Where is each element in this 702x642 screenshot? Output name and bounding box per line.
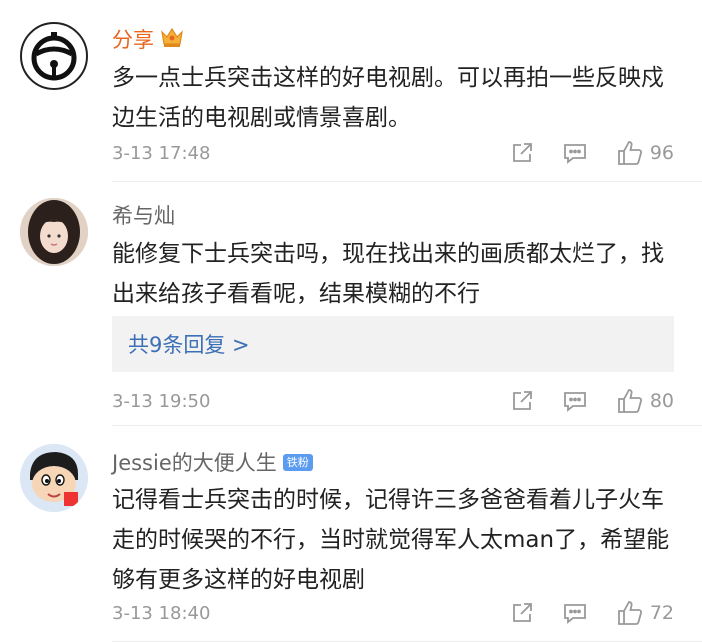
comment-item: 分享 多一点士兵突击这样的好电视剧。可以再拍一些反映戍边生活的电视剧或情景喜剧。… xyxy=(0,0,702,182)
avatar[interactable] xyxy=(20,22,88,90)
timestamp: 3-13 19:50 xyxy=(112,390,211,412)
bell-logo-icon xyxy=(31,32,77,81)
like-count: 80 xyxy=(649,390,674,412)
like-button[interactable]: 72 xyxy=(616,599,674,627)
share-icon xyxy=(512,603,532,622)
share-icon xyxy=(512,391,532,410)
thumbs-up-icon xyxy=(617,389,642,413)
timestamp: 3-13 17:48 xyxy=(112,142,211,164)
timestamp: 3-13 18:40 xyxy=(112,602,211,624)
comment-text: 能修复下士兵突击吗，现在找出来的画质都太烂了，找出来给孩子看看呢，结果模糊的不行 xyxy=(112,241,664,307)
like-button[interactable]: 80 xyxy=(616,387,674,415)
fan-badge: 铁粉 xyxy=(282,453,313,471)
username[interactable]: Jessie的大便人生 xyxy=(112,447,277,477)
like-count: 72 xyxy=(649,602,674,624)
like-count: 96 xyxy=(649,142,674,164)
username-row: 希与灿 xyxy=(112,201,175,229)
comment-meta: 3-13 18:40 72 xyxy=(112,593,674,633)
comment-button[interactable] xyxy=(562,141,588,165)
share-button[interactable] xyxy=(510,141,534,165)
crown-icon xyxy=(160,26,184,52)
comment-text: 记得看士兵突击的时候，记得许三多爸爸看着儿子火车走的时候哭的不行，当时就觉得军人… xyxy=(112,487,670,593)
comment-button[interactable] xyxy=(562,601,588,625)
profile-photo-icon xyxy=(20,198,88,266)
comment-icon xyxy=(563,144,586,164)
share-button[interactable] xyxy=(510,389,534,413)
comment-meta: 3-13 19:50 80 xyxy=(112,381,674,421)
view-replies-link[interactable]: 共9条回复 > xyxy=(112,329,250,359)
comment-icon xyxy=(563,604,586,624)
avatar[interactable] xyxy=(20,444,88,512)
share-button[interactable] xyxy=(510,601,534,625)
username[interactable]: 希与灿 xyxy=(112,200,175,230)
thumbs-up-icon xyxy=(617,601,642,625)
username-row: Jessie的大便人生 铁粉 xyxy=(112,448,313,476)
comment-meta: 3-13 17:48 96 xyxy=(112,133,674,173)
comment-item: 希与灿 能修复下士兵突击吗，现在找出来的画质都太烂了，找出来给孩子看看呢，结果模… xyxy=(0,182,702,426)
username-row: 分享 xyxy=(112,25,184,53)
comment-item: Jessie的大便人生 铁粉 记得看士兵突击的时候，记得许三多爸爸看着儿子火车走… xyxy=(0,426,702,642)
username[interactable]: 分享 xyxy=(112,24,154,54)
like-button[interactable]: 96 xyxy=(616,139,674,167)
share-icon xyxy=(512,143,532,162)
comment-icon xyxy=(563,392,586,412)
comment-button[interactable] xyxy=(562,389,588,413)
reply-summary-box[interactable]: 共9条回复 > xyxy=(112,316,674,372)
avatar[interactable] xyxy=(20,198,88,266)
thumbs-up-icon xyxy=(617,141,642,165)
comment-text: 多一点士兵突击这样的好电视剧。可以再拍一些反映戍边生活的电视剧或情景喜剧。 xyxy=(112,65,664,131)
cartoon-avatar-icon xyxy=(20,444,88,512)
